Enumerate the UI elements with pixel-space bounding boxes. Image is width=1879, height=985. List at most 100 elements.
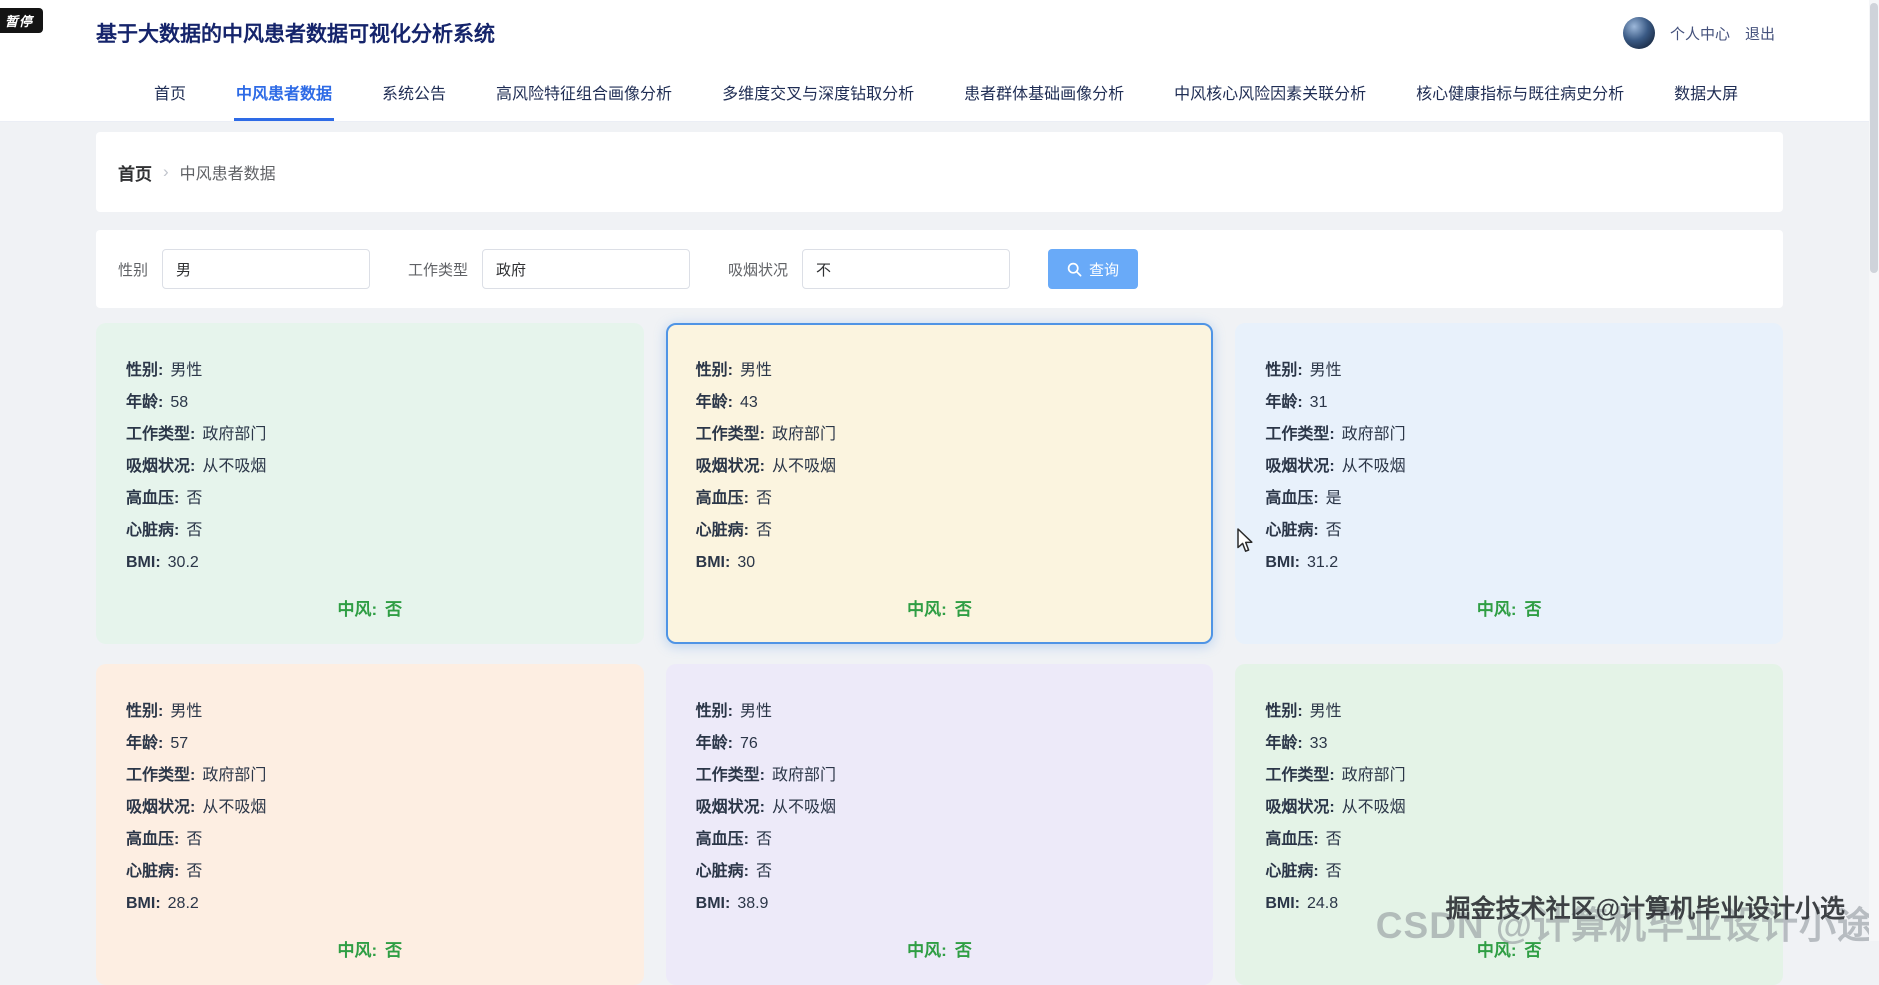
field-work-type: 工作类型:政府部门 xyxy=(1265,760,1753,792)
field-gender: 性别: 男性 xyxy=(1265,355,1753,387)
tab-stroke-patient-data[interactable]: 中风患者数据 xyxy=(234,66,334,121)
stroke-value: 否 xyxy=(955,600,972,619)
field-age: 年龄:43 xyxy=(696,387,1184,419)
tab-health-indicator-history[interactable]: 核心健康指标与既往病史分析 xyxy=(1414,66,1626,121)
user-area: 个人中心 退出 xyxy=(1623,17,1775,49)
heart-disease-label: 心脏病: xyxy=(126,863,179,880)
smoking-value: 从不吸烟 xyxy=(772,458,836,475)
tab-patient-group-profile[interactable]: 患者群体基础画像分析 xyxy=(962,66,1126,121)
stroke-label: 中风: xyxy=(907,600,947,619)
gender-value: 男性 xyxy=(170,362,202,379)
field-bmi: BMI:38.9 xyxy=(696,888,1184,920)
gender-label: 性别: xyxy=(1265,362,1302,379)
bmi-label: BMI: xyxy=(696,895,731,912)
stroke-result: 中风:否 xyxy=(126,936,614,961)
age-value: 33 xyxy=(1310,735,1328,752)
tab-multidim-drilldown[interactable]: 多维度交叉与深度钻取分析 xyxy=(720,66,916,121)
hypertension-value: 是 xyxy=(1326,490,1342,507)
gender-label: 性别: xyxy=(126,703,163,720)
stroke-label: 中风: xyxy=(337,600,377,619)
patient-card[interactable]: 性别:男性 年龄:57 工作类型:政府部门 吸烟状况:从不吸烟 高血压:否 心脏… xyxy=(96,664,644,985)
bmi-value: 24.8 xyxy=(1307,895,1338,912)
breadcrumb: 首页 › 中风患者数据 xyxy=(96,132,1783,212)
heart-disease-label: 心脏病: xyxy=(696,522,749,539)
smoking-input[interactable] xyxy=(802,249,1010,289)
profile-link[interactable]: 个人中心 xyxy=(1670,23,1730,44)
field-work-type: 工作类型: 政府部门 xyxy=(126,419,614,451)
heart-disease-value: 否 xyxy=(1326,863,1342,880)
stroke-result: 中风: 否 xyxy=(126,595,614,620)
field-gender: 性别:男性 xyxy=(696,696,1184,728)
gender-value: 男性 xyxy=(1310,362,1342,379)
bmi-label: BMI: xyxy=(126,554,161,571)
age-label: 年龄: xyxy=(696,735,733,752)
work-type-label: 工作类型: xyxy=(696,767,765,784)
patient-card[interactable]: 性别:男性 年龄:58 工作类型:政府部门 吸烟状况:从不吸烟 高血压:否 心脏… xyxy=(96,323,644,644)
hypertension-value: 否 xyxy=(756,831,772,848)
field-work-type: 工作类型:政府部门 xyxy=(696,760,1184,792)
gender-input[interactable] xyxy=(162,249,370,289)
stroke-result: 中风: 否 xyxy=(696,595,1184,620)
hypertension-label: 高血压: xyxy=(126,490,179,507)
page-scrollbar[interactable] xyxy=(1869,0,1879,941)
gender-label: 性别: xyxy=(126,362,163,379)
gender-label: 性别: xyxy=(696,362,733,379)
age-label: 年龄: xyxy=(126,394,163,411)
gender-label: 性别: xyxy=(696,703,733,720)
age-label: 年龄: xyxy=(1265,394,1302,411)
field-hypertension: 高血压:否 xyxy=(126,824,614,856)
bmi-label: BMI: xyxy=(1265,895,1300,912)
logout-link[interactable]: 退出 xyxy=(1745,23,1775,44)
search-icon xyxy=(1067,262,1082,277)
patient-card[interactable]: 性别:男性 年龄:31 工作类型:政府部门 吸烟状况:从不吸烟 高血压:是 心脏… xyxy=(1235,323,1783,644)
tab-data-screen[interactable]: 数据大屏 xyxy=(1672,66,1740,121)
stroke-label: 中风: xyxy=(1477,600,1517,619)
patient-card[interactable]: 性别:男性 年龄:43 工作类型:政府部门 吸烟状况:从不吸烟 高血压:否 心脏… xyxy=(666,323,1214,644)
field-age: 年龄:57 xyxy=(126,728,614,760)
work-type-value: 政府部门 xyxy=(202,426,266,443)
heart-disease-label: 心脏病: xyxy=(1265,863,1318,880)
hypertension-label: 高血压: xyxy=(696,831,749,848)
hypertension-label: 高血压: xyxy=(1265,490,1318,507)
patient-cards-grid: 性别:男性 年龄:58 工作类型:政府部门 吸烟状况:从不吸烟 高血压:否 心脏… xyxy=(96,323,1783,985)
tab-system-announcements[interactable]: 系统公告 xyxy=(380,66,448,121)
breadcrumb-home[interactable]: 首页 xyxy=(118,160,152,185)
field-heart-disease: 心脏病:否 xyxy=(696,856,1184,888)
work-type-input[interactable] xyxy=(482,249,690,289)
bmi-label: BMI: xyxy=(696,554,731,571)
hypertension-value: 否 xyxy=(186,831,202,848)
field-hypertension: 高血压:否 xyxy=(126,483,614,515)
breadcrumb-separator-icon: › xyxy=(163,162,169,182)
hypertension-label: 高血压: xyxy=(1265,831,1318,848)
field-gender: 性别: 男性 xyxy=(126,355,614,387)
age-label: 年龄: xyxy=(696,394,733,411)
smoking-value: 从不吸烟 xyxy=(202,799,266,816)
main-nav: 首页 中风患者数据 系统公告 高风险特征组合画像分析 多维度交叉与深度钻取分析 … xyxy=(0,66,1879,122)
field-smoking: 吸烟状况:从不吸烟 xyxy=(126,792,614,824)
app-header: 基于大数据的中风患者数据可视化分析系统 个人中心 退出 xyxy=(0,0,1879,66)
stroke-value: 否 xyxy=(1525,600,1542,619)
field-heart-disease: 心脏病:否 xyxy=(126,515,614,547)
stroke-value: 否 xyxy=(385,600,402,619)
stroke-result: 中风: 否 xyxy=(1265,595,1753,620)
work-type-value: 政府部门 xyxy=(772,426,836,443)
bmi-label: BMI: xyxy=(1265,554,1300,571)
bmi-value: 30.2 xyxy=(168,554,199,571)
stroke-value: 否 xyxy=(955,941,972,960)
field-heart-disease: 心脏病: 否 xyxy=(696,515,1184,547)
tab-core-risk-factor[interactable]: 中风核心风险因素关联分析 xyxy=(1172,66,1368,121)
avatar[interactable] xyxy=(1623,17,1655,49)
heart-disease-value: 否 xyxy=(756,522,772,539)
field-heart-disease: 心脏病:否 xyxy=(126,856,614,888)
work-type-label: 工作类型: xyxy=(126,426,195,443)
work-type-filter-label: 工作类型 xyxy=(408,259,468,280)
tab-high-risk-feature-profile[interactable]: 高风险特征组合画像分析 xyxy=(494,66,674,121)
search-button[interactable]: 查询 xyxy=(1048,249,1138,289)
tab-home[interactable]: 首页 xyxy=(152,66,188,121)
scrollbar-thumb[interactable] xyxy=(1870,3,1878,273)
field-smoking: 吸烟状况:从不吸烟 xyxy=(1265,451,1753,483)
age-value: 57 xyxy=(170,735,188,752)
patient-card[interactable]: 性别:男性 年龄:76 工作类型:政府部门 吸烟状况:从不吸烟 高血压:否 心脏… xyxy=(666,664,1214,985)
app-title: 基于大数据的中风患者数据可视化分析系统 xyxy=(96,18,495,48)
recorder-pause-badge: 暂停 xyxy=(0,8,43,33)
